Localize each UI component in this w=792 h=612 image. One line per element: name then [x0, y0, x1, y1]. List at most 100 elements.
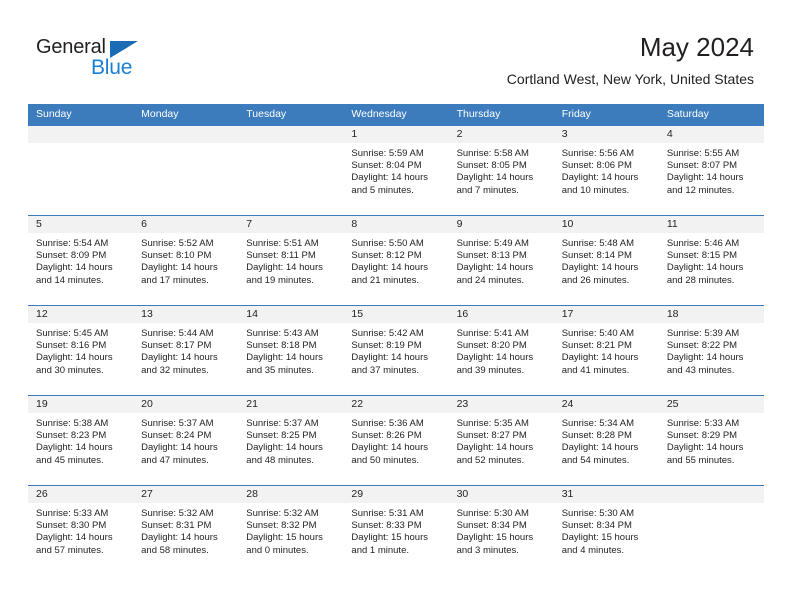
daylight-text-line2: and 32 minutes.	[141, 364, 209, 376]
day-cell[interactable]: 19 Sunrise: 5:38 AM Sunset: 8:23 PM Dayl…	[28, 396, 134, 485]
sunrise-text: Sunrise: 5:36 AM	[351, 418, 424, 429]
daylight-text-line1: Daylight: 14 hours	[36, 352, 113, 364]
daylight-text-line2: and 37 minutes.	[351, 364, 420, 376]
day-details: Sunrise: 5:51 AM Sunset: 8:11 PM Dayligh…	[238, 233, 343, 287]
day-cell[interactable]: 3 Sunrise: 5:56 AM Sunset: 8:06 PM Dayli…	[553, 126, 659, 215]
day-details	[659, 503, 764, 508]
day-cell[interactable]: 15 Sunrise: 5:42 AM Sunset: 8:19 PM Dayl…	[343, 306, 449, 395]
day-cell[interactable]	[133, 126, 239, 215]
daylight-text-line2: and 19 minutes.	[246, 274, 314, 286]
sunset-text: Sunset: 8:06 PM	[561, 160, 632, 172]
day-cell[interactable]: 29 Sunrise: 5:31 AM Sunset: 8:33 PM Dayl…	[343, 486, 449, 575]
day-details: Sunrise: 5:58 AM Sunset: 8:05 PM Dayligh…	[449, 143, 554, 197]
day-number: 1	[343, 126, 449, 143]
day-details: Sunrise: 5:32 AM Sunset: 8:32 PM Dayligh…	[238, 503, 343, 557]
day-cell[interactable]: 12 Sunrise: 5:45 AM Sunset: 8:16 PM Dayl…	[28, 306, 134, 395]
daylight-text-line2: and 52 minutes.	[456, 454, 525, 466]
sunset-text: Sunset: 8:17 PM	[141, 340, 212, 352]
day-cell[interactable]: 23 Sunrise: 5:35 AM Sunset: 8:27 PM Dayl…	[448, 396, 554, 485]
title-block: May 2024 Cortland West, New York, United…	[507, 32, 754, 88]
general-blue-logo[interactable]: General Blue	[36, 36, 156, 82]
day-number: 26	[28, 486, 134, 503]
day-cell[interactable]: 8 Sunrise: 5:50 AM Sunset: 8:12 PM Dayli…	[343, 216, 449, 305]
day-details: Sunrise: 5:54 AM Sunset: 8:09 PM Dayligh…	[28, 233, 133, 287]
day-cell[interactable]: 14 Sunrise: 5:43 AM Sunset: 8:18 PM Dayl…	[238, 306, 344, 395]
daylight-text-line1: Daylight: 14 hours	[351, 352, 428, 364]
day-details: Sunrise: 5:43 AM Sunset: 8:18 PM Dayligh…	[238, 323, 343, 377]
day-cell[interactable]: 10 Sunrise: 5:48 AM Sunset: 8:14 PM Dayl…	[553, 216, 659, 305]
day-details: Sunrise: 5:31 AM Sunset: 8:33 PM Dayligh…	[343, 503, 448, 557]
sunrise-text: Sunrise: 5:56 AM	[561, 148, 635, 159]
day-cell[interactable]: 28 Sunrise: 5:32 AM Sunset: 8:32 PM Dayl…	[238, 486, 344, 575]
day-details: Sunrise: 5:33 AM Sunset: 8:29 PM Dayligh…	[659, 413, 764, 467]
day-cell[interactable]: 31 Sunrise: 5:30 AM Sunset: 8:34 PM Dayl…	[553, 486, 659, 575]
day-details: Sunrise: 5:38 AM Sunset: 8:23 PM Dayligh…	[28, 413, 133, 467]
sunset-text: Sunset: 8:26 PM	[351, 430, 422, 442]
daylight-text-line2: and 21 minutes.	[351, 274, 420, 286]
day-number: 27	[133, 486, 239, 503]
daylight-text-line1: Daylight: 15 hours	[246, 532, 323, 544]
weekday-header-row: Sunday Monday Tuesday Wednesday Thursday…	[28, 104, 764, 125]
sunset-text: Sunset: 8:20 PM	[456, 340, 527, 352]
daylight-text-line2: and 58 minutes.	[141, 544, 209, 556]
day-cell[interactable]: 4 Sunrise: 5:55 AM Sunset: 8:07 PM Dayli…	[658, 126, 764, 215]
sunrise-text: Sunrise: 5:34 AM	[561, 418, 635, 429]
day-cell[interactable]: 21 Sunrise: 5:37 AM Sunset: 8:25 PM Dayl…	[238, 396, 344, 485]
day-cell[interactable]: 5 Sunrise: 5:54 AM Sunset: 8:09 PM Dayli…	[28, 216, 134, 305]
daylight-text-line1: Daylight: 14 hours	[141, 262, 218, 274]
weekday-header-monday: Monday	[141, 108, 179, 120]
day-cell[interactable]: 7 Sunrise: 5:51 AM Sunset: 8:11 PM Dayli…	[238, 216, 344, 305]
sunset-text: Sunset: 8:34 PM	[456, 520, 527, 532]
day-details: Sunrise: 5:41 AM Sunset: 8:20 PM Dayligh…	[449, 323, 554, 377]
day-number: 9	[448, 216, 554, 233]
day-details: Sunrise: 5:33 AM Sunset: 8:30 PM Dayligh…	[28, 503, 133, 557]
day-cell[interactable]: 18 Sunrise: 5:39 AM Sunset: 8:22 PM Dayl…	[658, 306, 764, 395]
weekday-header-wednesday: Wednesday	[351, 108, 407, 120]
sunrise-text: Sunrise: 5:51 AM	[246, 238, 319, 249]
day-cell[interactable]: 22 Sunrise: 5:36 AM Sunset: 8:26 PM Dayl…	[343, 396, 449, 485]
daylight-text-line2: and 48 minutes.	[246, 454, 314, 466]
day-cell[interactable]	[238, 126, 344, 215]
day-cell[interactable]: 30 Sunrise: 5:30 AM Sunset: 8:34 PM Dayl…	[448, 486, 554, 575]
day-details: Sunrise: 5:52 AM Sunset: 8:10 PM Dayligh…	[133, 233, 238, 287]
day-details	[238, 143, 343, 148]
weekday-header-sunday: Sunday	[36, 108, 72, 120]
day-cell[interactable]: 20 Sunrise: 5:37 AM Sunset: 8:24 PM Dayl…	[133, 396, 239, 485]
sunset-text: Sunset: 8:21 PM	[561, 340, 632, 352]
day-cell[interactable]: 11 Sunrise: 5:46 AM Sunset: 8:15 PM Dayl…	[658, 216, 764, 305]
daylight-text-line2: and 0 minutes.	[246, 544, 309, 556]
sunrise-text: Sunrise: 5:49 AM	[456, 238, 529, 249]
sunset-text: Sunset: 8:27 PM	[456, 430, 527, 442]
day-cell[interactable]	[28, 126, 134, 215]
day-cell[interactable]: 1 Sunrise: 5:59 AM Sunset: 8:04 PM Dayli…	[343, 126, 449, 215]
day-cell[interactable]: 9 Sunrise: 5:49 AM Sunset: 8:13 PM Dayli…	[448, 216, 554, 305]
daylight-text-line1: Daylight: 14 hours	[141, 442, 218, 454]
daylight-text-line1: Daylight: 14 hours	[456, 352, 534, 364]
sunrise-text: Sunrise: 5:44 AM	[141, 328, 214, 339]
day-number: 11	[658, 216, 764, 233]
daylight-text-line1: Daylight: 14 hours	[561, 262, 639, 274]
day-cell[interactable]: 13 Sunrise: 5:44 AM Sunset: 8:17 PM Dayl…	[133, 306, 239, 395]
day-cell[interactable]: 26 Sunrise: 5:33 AM Sunset: 8:30 PM Dayl…	[28, 486, 134, 575]
day-details: Sunrise: 5:55 AM Sunset: 8:07 PM Dayligh…	[659, 143, 764, 197]
day-number: 12	[28, 306, 134, 323]
day-number: 17	[553, 306, 659, 323]
daylight-text-line1: Daylight: 14 hours	[351, 172, 428, 184]
day-cell[interactable]: 24 Sunrise: 5:34 AM Sunset: 8:28 PM Dayl…	[553, 396, 659, 485]
daylight-text-line1: Daylight: 14 hours	[666, 442, 744, 454]
day-cell[interactable]: 25 Sunrise: 5:33 AM Sunset: 8:29 PM Dayl…	[658, 396, 764, 485]
sunset-text: Sunset: 8:19 PM	[351, 340, 422, 352]
day-cell[interactable]: 2 Sunrise: 5:58 AM Sunset: 8:05 PM Dayli…	[448, 126, 554, 215]
daylight-text-line2: and 12 minutes.	[666, 184, 735, 196]
sunrise-text: Sunrise: 5:38 AM	[36, 418, 109, 429]
sunrise-text: Sunrise: 5:59 AM	[351, 148, 424, 159]
day-cell[interactable]: 16 Sunrise: 5:41 AM Sunset: 8:20 PM Dayl…	[448, 306, 554, 395]
daylight-text-line1: Daylight: 14 hours	[666, 352, 744, 364]
day-cell[interactable]: 6 Sunrise: 5:52 AM Sunset: 8:10 PM Dayli…	[133, 216, 239, 305]
day-cell[interactable]: 27 Sunrise: 5:32 AM Sunset: 8:31 PM Dayl…	[133, 486, 239, 575]
daylight-text-line1: Daylight: 14 hours	[36, 262, 113, 274]
day-cell[interactable]: 17 Sunrise: 5:40 AM Sunset: 8:21 PM Dayl…	[553, 306, 659, 395]
sunset-text: Sunset: 8:33 PM	[351, 520, 422, 532]
day-details: Sunrise: 5:46 AM Sunset: 8:15 PM Dayligh…	[659, 233, 764, 287]
day-cell[interactable]	[658, 486, 764, 575]
